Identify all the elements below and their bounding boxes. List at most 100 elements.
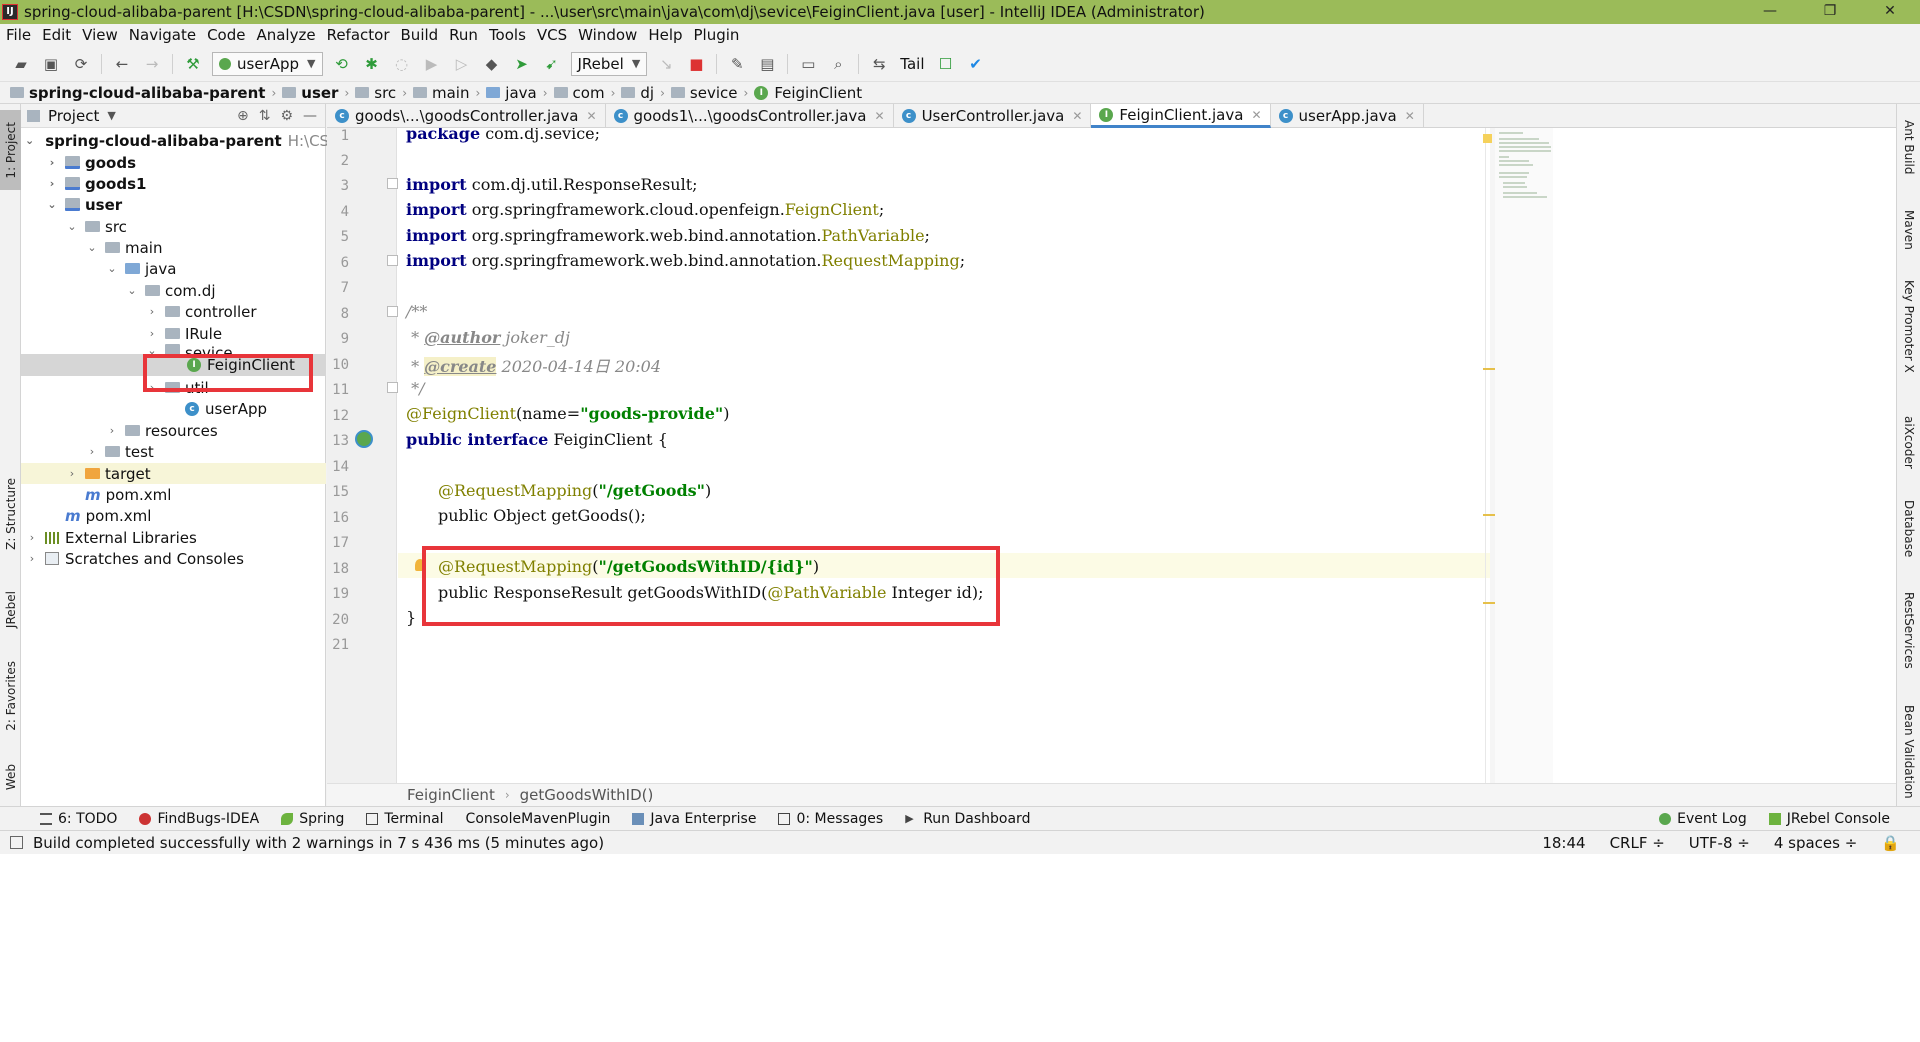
menu-run[interactable]: Run [449,26,478,44]
tool-run-dashboard[interactable]: ▶ Run Dashboard [905,811,1030,827]
tree-item-user[interactable]: ⌄ user [21,194,326,215]
build-hammer-icon[interactable]: ⚒ [182,53,204,75]
close-button[interactable]: ✕ [1860,0,1920,24]
tool-todo[interactable]: 6: TODO [40,811,117,827]
indent-setting[interactable]: 4 spaces ÷ [1774,834,1857,852]
tree-item-java[interactable]: ⌄ java [21,258,326,279]
tree-item-src[interactable]: ⌄ src [21,216,326,237]
tab-goods1-controller[interactable]: c goods1\...\goodsController.java ✕ [606,104,894,128]
search-icon[interactable]: ⌕ [827,53,849,75]
close-icon[interactable]: ✕ [1072,109,1082,123]
menu-vcs[interactable]: VCS [537,26,567,44]
tab-user-controller[interactable]: c UserController.java ✕ [894,104,1092,128]
tool-spring[interactable]: Spring [281,811,344,827]
tab-userapp[interactable]: c userApp.java ✕ [1271,104,1424,128]
back-arrow-icon[interactable]: ← [111,53,133,75]
crumb-sevice[interactable]: sevice [670,84,738,102]
close-icon[interactable]: ✕ [586,109,596,123]
terminal-icon[interactable]: ▭ [797,53,819,75]
close-icon[interactable]: ✕ [1405,109,1415,123]
menu-file[interactable]: File [6,26,31,44]
open-folder-icon[interactable]: ▰ [10,53,32,75]
debug-bug-icon[interactable]: ✱ [361,53,383,75]
menu-build[interactable]: Build [401,26,439,44]
menu-navigate[interactable]: Navigate [129,26,196,44]
code-minimap[interactable] [1495,128,1553,783]
tool-aixcoder[interactable]: aiXcoder [1897,409,1920,475]
menu-window[interactable]: Window [578,26,637,44]
sync-icon[interactable]: ⟳ [70,53,92,75]
spring-bean-gutter-icon[interactable] [355,430,373,448]
tool-maven[interactable]: Maven [1897,202,1920,258]
monitor-icon[interactable]: ☐ [935,53,957,75]
tree-item-root[interactable]: ⌄ spring-cloud-alibaba-parentH:\CSDN\spr… [21,130,385,151]
tool-messages[interactable]: 0: Messages [778,811,883,827]
debug-play-icon[interactable]: ▷ [451,53,473,75]
error-stripe-mark[interactable] [1483,368,1495,370]
file-encoding[interactable]: UTF-8 ÷ [1689,834,1750,852]
menu-tools[interactable]: Tools [489,26,526,44]
menu-edit[interactable]: Edit [42,26,71,44]
tree-item-user-pom[interactable]: m pom.xml [21,484,326,505]
minimize-button[interactable]: — [1740,0,1800,24]
crumb-project[interactable]: spring-cloud-alibaba-parent [10,84,265,102]
tree-item-controller[interactable]: › controller [21,301,326,322]
error-stripe-mark[interactable] [1483,602,1495,604]
tool-project[interactable]: 1: Project [0,110,21,190]
jrebel-select[interactable]: JRebel ▼ [570,51,648,76]
toggle-tool-windows-icon[interactable] [10,836,23,849]
crumb-dj[interactable]: dj [621,84,654,102]
tree-item-external-libraries[interactable]: › External Libraries [21,527,326,548]
locate-icon[interactable]: ⊕ [237,108,249,124]
tool-rest-services[interactable]: RestServices [1897,589,1920,671]
crumb-main[interactable]: main [413,84,469,102]
tree-item-main[interactable]: ⌄ main [21,237,326,258]
menu-analyze[interactable]: Analyze [256,26,315,44]
tree-item-sevice[interactable]: ⌄ sevice [21,344,326,354]
tree-item-resources[interactable]: › resources [21,420,326,441]
tree-item-irule[interactable]: › IRule [21,323,326,344]
close-icon[interactable]: ✕ [875,109,885,123]
run-play-icon[interactable]: ▶ [421,53,443,75]
line-separator[interactable]: CRLF ÷ [1610,834,1665,852]
tab-goods-controller[interactable]: c goods\...\goodsController.java ✕ [327,104,606,128]
gear-icon[interactable]: ⚙ [280,108,293,124]
tree-item-userapp[interactable]: c userApp [21,398,326,419]
crumb-feiginclient[interactable]: I FeiginClient [754,84,862,102]
project-structure-icon[interactable]: ▤ [756,53,778,75]
run-config-select[interactable]: userApp ▼ [212,51,323,76]
tool-terminal[interactable]: Terminal [366,811,444,827]
status-message[interactable]: Build completed successfully with 2 warn… [33,834,604,852]
save-all-icon[interactable]: ▣ [40,53,62,75]
crumb-feiginclient-class[interactable]: FeiginClient [407,786,495,804]
fold-icon[interactable] [387,178,398,189]
menu-code[interactable]: Code [207,26,245,44]
crumb-user[interactable]: user [282,84,338,102]
tree-item-com-dj[interactable]: ⌄ com.dj [21,280,326,301]
menu-view[interactable]: View [82,26,118,44]
tool-database[interactable]: Database [1897,496,1920,562]
crumb-com[interactable]: com [553,84,605,102]
caret-position[interactable]: 18:44 [1542,834,1585,852]
warning-indicator-icon[interactable] [1483,134,1492,143]
tool-key-promoter[interactable]: Key Promoter X [1897,269,1920,384]
lock-icon[interactable]: 🔒 [1881,834,1900,852]
forward-arrow-icon[interactable]: → [141,53,163,75]
crumb-method[interactable]: getGoodsWithID() [520,786,654,804]
close-icon[interactable]: ✕ [1251,108,1261,122]
fold-icon[interactable] [387,255,398,266]
jrebel-debug-icon[interactable]: ➹ [541,53,563,75]
tool-jrebel-console[interactable]: JRebel Console [1768,811,1890,827]
tree-item-root-pom[interactable]: m pom.xml [21,505,326,526]
tool-findbugs[interactable]: FindBugs-IDEA [139,811,259,827]
menu-plugin[interactable]: Plugin [694,26,740,44]
jrebel-run-icon[interactable]: ➤ [511,53,533,75]
tail-button[interactable]: Tail [900,55,924,73]
tool-bean-validation[interactable]: Bean Validation [1897,704,1920,799]
project-view-select[interactable]: Project [48,107,99,125]
menu-refactor[interactable]: Refactor [327,26,390,44]
menu-help[interactable]: Help [648,26,682,44]
tree-item-test[interactable]: › test [21,441,326,462]
tool-web[interactable]: Web [0,754,21,800]
translate-icon[interactable]: ⇆ [868,53,890,75]
